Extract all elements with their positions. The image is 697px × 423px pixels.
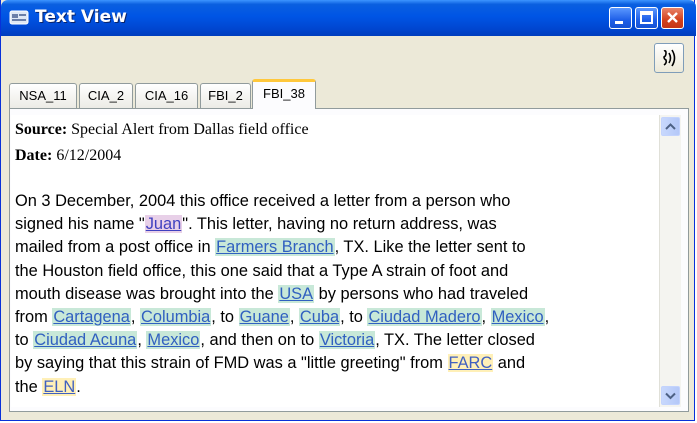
text-line: to Ciudad Acuna, Mexico, and then on to … [15, 329, 647, 352]
entity-location[interactable]: Cuba [298, 307, 341, 326]
text-segment: , to [340, 307, 368, 326]
date-line: Date: 6/12/2004 [15, 147, 121, 165]
text-line: signed his name "Juan". This letter, hav… [15, 213, 647, 236]
minimize-button[interactable] [609, 7, 632, 29]
speak-button[interactable] [654, 43, 684, 73]
text-segment: by saying that this strain of FMD was a … [15, 354, 448, 373]
text-segment: , [289, 307, 299, 326]
source-line: Source: Special Alert from Dallas field … [15, 121, 309, 139]
toolbar [4, 36, 693, 78]
tab-cia-2[interactable]: CIA_2 [79, 83, 133, 108]
entity-location[interactable]: Ciudad Madero [367, 307, 482, 326]
entity-location[interactable]: Guane [238, 307, 290, 326]
text-segment: and [493, 354, 526, 373]
text-segment: . [76, 377, 81, 396]
entity-location[interactable]: Mexico [146, 331, 201, 350]
text-segment: the [15, 377, 43, 396]
date-label: Date: [15, 147, 53, 164]
chevron-up-icon [665, 123, 676, 130]
chevron-down-icon [665, 392, 676, 400]
text-line: by saying that this strain of FMD was a … [15, 352, 647, 375]
tab-cia-16[interactable]: CIA_16 [135, 83, 198, 108]
date-value: 6/12/2004 [56, 147, 122, 164]
document-tabs: NSA_11 CIA_2 CIA_16 FBI_2 FBI_38 [9, 78, 689, 109]
entity-location[interactable]: Cartagena [52, 307, 131, 326]
text-segment: On 3 December, 2004 this office received… [15, 192, 511, 210]
text-segment: , [544, 307, 550, 326]
text-line: mouth disease was brought into the USA b… [15, 283, 647, 306]
text-segment: ". This letter, having no return address… [182, 215, 497, 234]
text-segment: mouth disease was brought into the [15, 284, 279, 303]
entity-location[interactable]: USA [278, 284, 315, 303]
entity-location[interactable]: Farmers Branch [215, 238, 335, 257]
entity-person[interactable]: Juan [144, 215, 183, 234]
text-segment: , [481, 307, 491, 326]
vertical-scrollbar[interactable] [659, 115, 681, 407]
minimize-icon [615, 21, 623, 24]
maximize-button[interactable] [635, 7, 658, 29]
text-segment: , to [211, 307, 239, 326]
tab-nsa-11[interactable]: NSA_11 [9, 83, 77, 108]
text-line: from Cartagena, Columbia, to Guane, Cuba… [15, 306, 647, 329]
window-title: Text View [35, 7, 127, 27]
entity-location[interactable]: Columbia [140, 307, 212, 326]
entity-location[interactable]: Ciudad Acuna [33, 331, 138, 350]
text-segment: the Houston field office, this one said … [15, 261, 509, 280]
scroll-down-button[interactable] [661, 386, 680, 405]
tab-fbi-38[interactable]: FBI_38 [252, 79, 316, 109]
text-line: On 3 December, 2004 this office received… [15, 190, 647, 213]
text-line: the ELN. [15, 376, 647, 399]
speaker-icon [663, 49, 676, 67]
scroll-up-button[interactable] [661, 117, 680, 136]
maximize-icon [640, 11, 653, 24]
entity-location[interactable]: Mexico [490, 307, 545, 326]
text-segment: signed his name " [15, 215, 145, 234]
close-button[interactable] [661, 7, 684, 29]
title-bar[interactable]: Text View [1, 0, 696, 36]
text-line: mailed from a post office in Farmers Bra… [15, 236, 647, 259]
app-icon [9, 10, 29, 25]
close-icon [667, 12, 678, 23]
text-segment: to [15, 331, 34, 350]
entity-location[interactable]: Victoria [318, 331, 376, 350]
text-segment: , [130, 307, 140, 326]
text-view-window: Text View NSA_11 CIA_2 CIA_16 FBI_2 FBI_… [0, 0, 696, 421]
text-segment: from [15, 307, 53, 326]
text-segment: , TX. Like the letter sent to [334, 238, 526, 257]
text-line: the Houston field office, this one said … [15, 260, 647, 283]
document-body: On 3 December, 2004 this office received… [15, 190, 647, 399]
text-segment: by persons who had traveled [314, 284, 529, 303]
text-segment: mailed from a post office in [15, 238, 216, 257]
text-segment: , TX. The letter closed [375, 331, 535, 350]
source-value: Special Alert from Dallas field office [71, 121, 309, 138]
source-label: Source: [15, 121, 68, 138]
text-segment: , and then on to [200, 331, 319, 350]
entity-org[interactable]: FARC [447, 354, 494, 373]
entity-org[interactable]: ELN [42, 377, 77, 396]
tab-fbi-2[interactable]: FBI_2 [200, 83, 251, 108]
